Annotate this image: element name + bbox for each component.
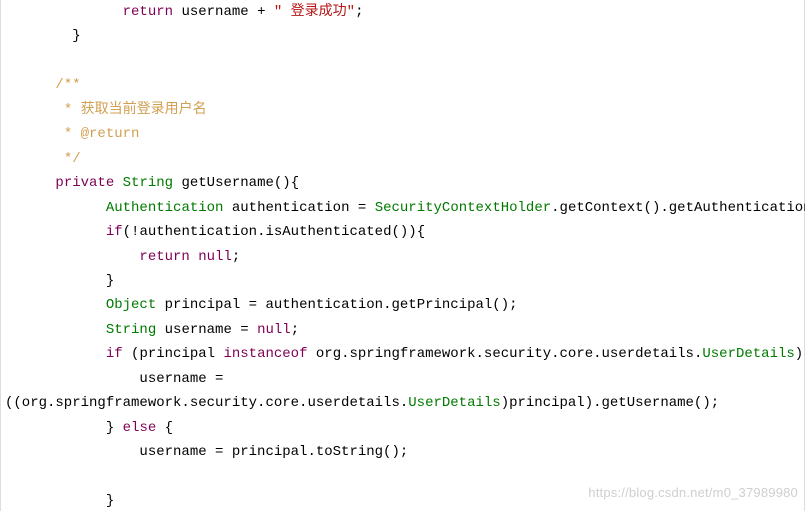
- code-line: if (principal instanceof org.springframe…: [5, 346, 805, 362]
- code-line: }: [5, 28, 81, 44]
- code-line: if(!authentication.isAuthenticated()){: [5, 224, 425, 240]
- code-line: /**: [5, 77, 81, 93]
- code-line: Authentication authentication = Security…: [5, 200, 805, 216]
- code-line: * 获取当前登录用户名: [5, 102, 207, 118]
- code-viewer: return username + " 登录成功"; } /** * 获取当前登…: [0, 0, 805, 511]
- code-line: username = principal.toString();: [5, 444, 408, 460]
- code-line: }: [5, 493, 114, 509]
- code-line: return null;: [5, 249, 240, 265]
- code-line: private String getUsername(){: [5, 175, 299, 191]
- code-line: }: [5, 273, 114, 289]
- code-line: */: [5, 151, 81, 167]
- code-line: username =: [5, 371, 223, 387]
- code-block: return username + " 登录成功"; } /** * 获取当前登…: [1, 0, 804, 511]
- code-line: String username = null;: [5, 322, 299, 338]
- code-line: } else {: [5, 420, 173, 436]
- code-line: * @return: [5, 126, 139, 142]
- code-line: ((org.springframework.security.core.user…: [5, 395, 719, 411]
- code-line: Object principal = authentication.getPri…: [5, 297, 518, 313]
- code-line: return username + " 登录成功";: [5, 4, 364, 20]
